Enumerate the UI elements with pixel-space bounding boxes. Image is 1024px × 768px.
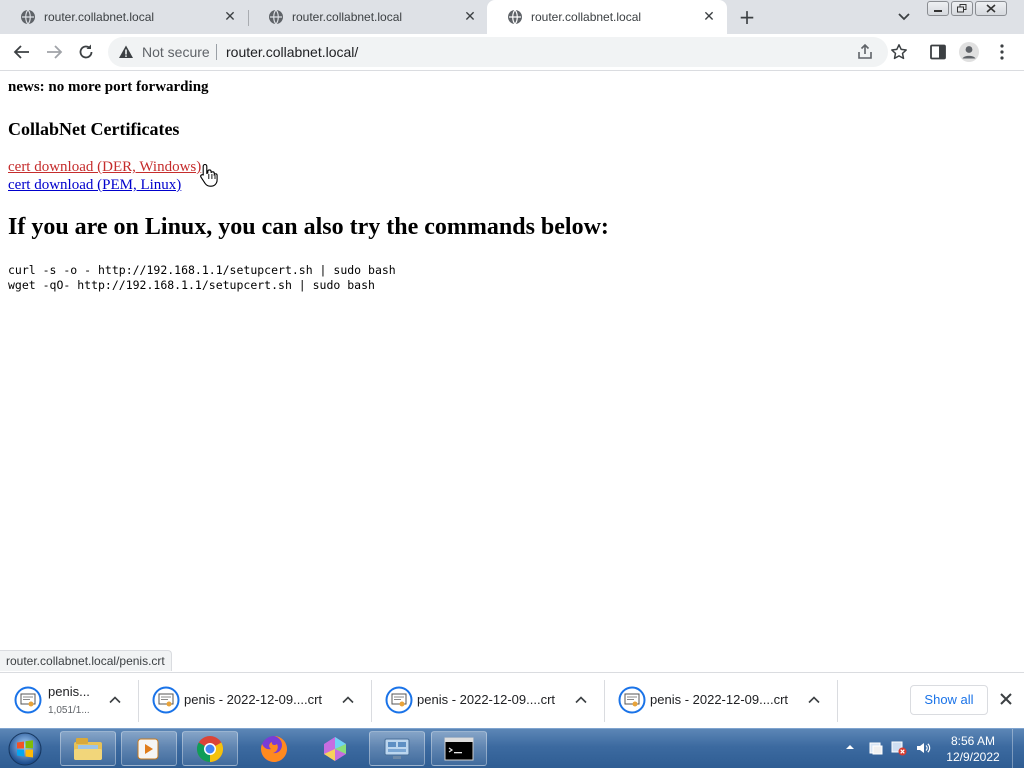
- url-text[interactable]: router.collabnet.local/: [226, 44, 358, 60]
- restore-icon: [957, 4, 967, 13]
- taskbar-command-prompt[interactable]: [431, 731, 487, 766]
- taskbar-chrome[interactable]: [182, 731, 238, 766]
- globe-icon: [21, 9, 35, 25]
- menu-button[interactable]: [992, 42, 1012, 62]
- curl-command: curl -s -o - http://192.168.1.1/setupcer…: [8, 263, 396, 277]
- folder-icon: [74, 737, 102, 760]
- windows-taskbar: 8:56 AM 12/9/2022: [0, 728, 1024, 768]
- profile-button[interactable]: [959, 42, 979, 62]
- share-icon[interactable]: [856, 43, 874, 61]
- certificate-file-icon: [152, 686, 180, 714]
- side-panel-button[interactable]: [928, 42, 948, 62]
- tab-1[interactable]: router.collabnet.local ✕: [0, 0, 248, 34]
- tab-close-icon[interactable]: ✕: [462, 9, 478, 25]
- reload-button[interactable]: [76, 42, 96, 62]
- tab-title: router.collabnet.local: [292, 10, 403, 24]
- clock-time: 8:56 AM: [950, 734, 996, 748]
- certificate-file-icon: [14, 686, 42, 714]
- tab-title: router.collabnet.local: [531, 10, 642, 24]
- reload-icon: [79, 44, 93, 59]
- globe-icon: [269, 9, 283, 25]
- action-center-flag-icon[interactable]: [868, 740, 884, 756]
- network-error-icon[interactable]: [891, 740, 907, 756]
- certificates-heading: CollabNet Certificates: [8, 119, 180, 139]
- omnibox-divider: [216, 44, 217, 60]
- clock-date: 12/9/2022: [946, 750, 1000, 764]
- back-arrow-icon: [13, 45, 29, 59]
- window-close-button[interactable]: [975, 1, 1007, 16]
- bookmark-star-icon[interactable]: [890, 43, 908, 61]
- tab-2[interactable]: router.collabnet.local ✕: [248, 0, 488, 34]
- close-icon: [986, 4, 996, 13]
- certificate-file-icon: [385, 686, 413, 714]
- page-content: news: no more port forwarding CollabNet …: [0, 71, 1024, 649]
- media-player-icon: [137, 738, 159, 759]
- tab-search-chevron-icon[interactable]: [895, 8, 913, 26]
- chevron-up-icon[interactable]: [807, 693, 821, 707]
- download-shelf: penis... 1,051/1... penis - 2022-12-09..…: [0, 672, 1024, 728]
- browser-toolbar: Not secure router.collabnet.local/: [0, 34, 1024, 71]
- minimize-icon: [934, 9, 942, 12]
- restore-button[interactable]: [951, 1, 973, 16]
- back-button[interactable]: [12, 42, 32, 62]
- forward-arrow-icon: [47, 45, 63, 59]
- not-secure-label[interactable]: Not secure: [142, 44, 210, 60]
- cert-download-pem-link[interactable]: cert download (PEM, Linux): [8, 177, 181, 194]
- taskbar-firefox[interactable]: [246, 731, 302, 766]
- tab-close-icon[interactable]: ✕: [222, 9, 238, 25]
- linux-heading: If you are on Linux, you can also try th…: [8, 214, 609, 240]
- download-progress-text: 1,051/1...: [48, 705, 90, 716]
- taskbar-control-panel[interactable]: [369, 731, 425, 766]
- warning-icon[interactable]: [118, 44, 134, 60]
- side-panel-icon: [930, 44, 946, 60]
- taskbar-app-pinwheel[interactable]: [307, 731, 363, 766]
- show-desktop-button[interactable]: [1012, 729, 1024, 768]
- kebab-menu-icon: [1000, 44, 1004, 60]
- download-item[interactable]: penis - 2022-12-09....crt: [604, 673, 837, 728]
- tab-strip: router.collabnet.local ✕ router.collabne…: [0, 0, 1024, 34]
- taskbar-clock[interactable]: 8:56 AM 12/9/2022: [938, 733, 1008, 765]
- commands-block: curl -s -o - http://192.168.1.1/setupcer…: [8, 263, 396, 293]
- download-filename: penis - 2022-12-09....crt: [417, 692, 556, 707]
- news-text: news: no more port forwarding: [8, 79, 209, 95]
- download-separator: [837, 680, 838, 722]
- download-filename: penis - 2022-12-09....crt: [650, 692, 789, 707]
- firefox-icon: [261, 735, 287, 762]
- pinwheel-app-icon: [324, 736, 346, 761]
- download-item[interactable]: penis... 1,051/1...: [0, 673, 138, 728]
- chrome-icon: [196, 735, 224, 762]
- taskbar-explorer[interactable]: [60, 731, 116, 766]
- download-item[interactable]: penis - 2022-12-09....crt: [371, 673, 604, 728]
- download-filename: penis - 2022-12-09....crt: [184, 692, 323, 707]
- minimize-button[interactable]: [927, 1, 949, 16]
- download-item[interactable]: penis - 2022-12-09....crt: [138, 673, 371, 728]
- certificate-file-icon: [618, 686, 646, 714]
- avatar-icon: [959, 42, 979, 62]
- new-tab-button[interactable]: +: [736, 6, 758, 28]
- hand-cursor-icon: [200, 163, 218, 187]
- chevron-up-icon[interactable]: [341, 693, 355, 707]
- chevron-up-icon[interactable]: [108, 693, 122, 707]
- cert-download-der-link[interactable]: cert download (DER, Windows): [8, 159, 201, 176]
- tab-close-icon[interactable]: ✕: [701, 9, 717, 25]
- control-panel-icon: [384, 738, 410, 759]
- address-bar[interactable]: Not secure router.collabnet.local/: [108, 37, 907, 67]
- download-filename: penis...: [48, 684, 90, 699]
- taskbar-media-player[interactable]: [121, 731, 177, 766]
- tab-title: router.collabnet.local: [44, 10, 155, 24]
- tray-overflow-chevron-icon[interactable]: [844, 741, 856, 753]
- show-all-button[interactable]: Show all: [910, 685, 988, 715]
- start-button-windows-logo-icon[interactable]: [4, 730, 46, 767]
- tab-3-active[interactable]: router.collabnet.local ✕: [487, 0, 727, 34]
- globe-icon: [508, 9, 522, 25]
- window-controls: [927, 1, 1009, 17]
- volume-icon[interactable]: [915, 740, 931, 756]
- status-url-bubble: router.collabnet.local/penis.crt: [0, 650, 172, 671]
- terminal-icon: [444, 737, 474, 760]
- forward-button[interactable]: [44, 42, 64, 62]
- chevron-up-icon[interactable]: [574, 693, 588, 707]
- close-shelf-icon[interactable]: [998, 691, 1014, 707]
- wget-command: wget -qO- http://192.168.1.1/setupcert.s…: [8, 278, 375, 292]
